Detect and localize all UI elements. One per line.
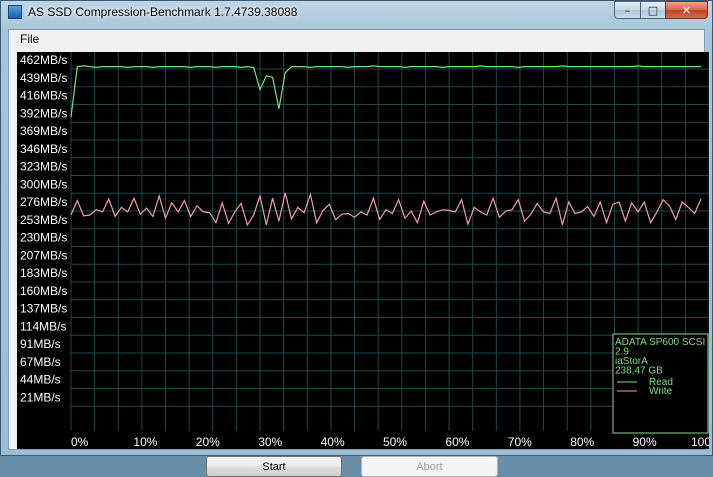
y-tick-label: 230MB/s [20,231,67,245]
y-tick-label: 253MB/s [20,213,67,227]
maximize-button[interactable]: □ [640,1,665,19]
legend-label-write: Write [649,386,673,397]
x-tick-label: 10% [133,435,157,449]
caption-buttons: – □ ✕ [614,1,708,19]
x-tick-label: 30% [258,435,282,449]
y-tick-label: 369MB/s [20,124,67,138]
x-tick-label: 70% [508,435,532,449]
y-tick-label: 300MB/s [20,177,67,191]
y-tick-label: 44MB/s [20,373,61,387]
window-title: AS SSD Compression-Benchmark 1.7.4739.38… [28,5,298,19]
minimize-button[interactable]: – [614,1,640,19]
x-tick-label: 0% [71,435,89,449]
x-tick-label: 80% [570,435,594,449]
close-icon: ✕ [681,3,692,17]
close-button[interactable]: ✕ [665,1,708,19]
x-tick-label: 60% [445,435,469,449]
y-tick-label: 276MB/s [20,195,67,209]
y-tick-label: 416MB/s [20,89,67,103]
menu-bar: File [9,30,704,48]
app-icon [8,5,22,19]
x-tick-label: 50% [383,435,407,449]
x-tick-label: 20% [196,435,220,449]
benchmark-chart: 462MB/s 439MB/s 416MB/s 392MB/s 369MB/s 346MB… [17,52,709,449]
y-tick-label: 21MB/s [20,390,61,404]
y-tick-label: 207MB/s [20,248,67,262]
menu-file[interactable]: File [20,32,39,46]
y-tick-label: 183MB/s [20,266,67,280]
y-tick-label: 439MB/s [20,71,67,85]
app-window: AS SSD Compression-Benchmark 1.7.4739.38… [0,0,713,477]
abort-button[interactable]: Abort [361,456,498,477]
x-tick-label: 90% [633,435,657,449]
y-tick-label: 91MB/s [20,337,61,351]
x-tick-label: 100% [691,435,709,449]
y-tick-label: 462MB/s [20,53,67,67]
client-area: File 462MB/s 439MB/s 416MB/s 392MB/s 369MB/s… [8,29,709,477]
start-button[interactable]: Start [206,456,342,477]
title-bar[interactable]: AS SSD Compression-Benchmark 1.7.4739.38… [1,1,712,23]
y-tick-label: 392MB/s [20,106,67,120]
y-tick-label: 67MB/s [20,355,61,369]
y-tick-label: 160MB/s [20,284,67,298]
drive-capacity: 238,47 GB [615,366,663,377]
x-tick-label: 40% [321,435,345,449]
minimize-icon: – [624,3,631,17]
y-tick-label: 137MB/s [20,302,67,316]
maximize-icon: □ [647,3,659,17]
y-tick-label: 323MB/s [20,160,67,174]
y-tick-label: 346MB/s [20,142,67,156]
y-tick-label: 114MB/s [20,319,66,333]
chart-svg: 462MB/s 439MB/s 416MB/s 392MB/s 369MB/s 346MB… [20,52,709,449]
